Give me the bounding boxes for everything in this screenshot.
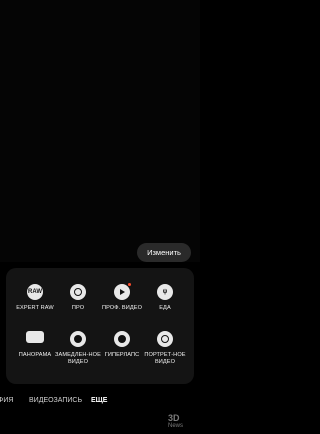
mode-food[interactable]: ψ ЕДА	[142, 284, 188, 312]
mode-pro-video[interactable]: ПРОФ. ВИДЕО	[99, 283, 145, 312]
tab-more[interactable]: ЕЩЕ	[91, 392, 107, 410]
camera-viewfinder[interactable]	[0, 0, 200, 262]
mode-label: ПРОФ. ВИДЕО	[101, 305, 143, 311]
food-icon: ψ	[157, 284, 173, 300]
play-icon	[114, 283, 131, 300]
raw-icon: RAW	[27, 284, 43, 300]
slow-motion-icon	[70, 331, 86, 347]
tab-video[interactable]: ВИДЕОЗАПИСЬ	[29, 392, 82, 410]
mode-label: ГИПЕРЛАПС	[104, 352, 140, 358]
mode-pro[interactable]: ПРО	[55, 284, 101, 312]
mode-expert-raw[interactable]: RAW EXPERT RAW	[12, 284, 58, 312]
mode-label: ПРО	[71, 305, 85, 311]
watermark-logo: 3D News	[168, 413, 184, 430]
aperture-icon	[70, 284, 86, 300]
mode-label: ПАНОРАМА	[18, 352, 52, 358]
mode-label: ЗАМЕДЛЕН-НОЕ ВИДЕО	[55, 352, 101, 365]
panorama-icon	[26, 331, 44, 343]
mode-hyperlapse[interactable]: ГИПЕРЛАПС	[99, 331, 145, 359]
mode-label: ПОРТРЕТ-НОЕ ВИДЕО	[144, 352, 186, 365]
mode-label: EXPERT RAW	[16, 305, 54, 311]
more-modes-panel: RAW EXPERT RAW ПРО ПРОФ. ВИДЕО ψ ЕДА ПАН…	[6, 268, 194, 384]
edit-modes-button[interactable]: Изменить	[137, 243, 191, 262]
mode-slow-motion[interactable]: ЗАМЕДЛЕН-НОЕ ВИДЕО	[55, 331, 101, 365]
mode-portrait-video[interactable]: ПОРТРЕТ-НОЕ ВИДЕО	[142, 331, 188, 365]
hyperlapse-icon	[114, 331, 130, 347]
mode-label: ЕДА	[159, 305, 171, 311]
tab-photo[interactable]: ФИЯ	[0, 392, 13, 410]
mode-tab-bar: ФИЯ ВИДЕОЗАПИСЬ ЕЩЕ	[0, 392, 200, 410]
new-badge-dot	[128, 283, 131, 286]
portrait-video-icon	[157, 331, 173, 347]
mode-panorama[interactable]: ПАНОРАМА	[12, 331, 58, 359]
